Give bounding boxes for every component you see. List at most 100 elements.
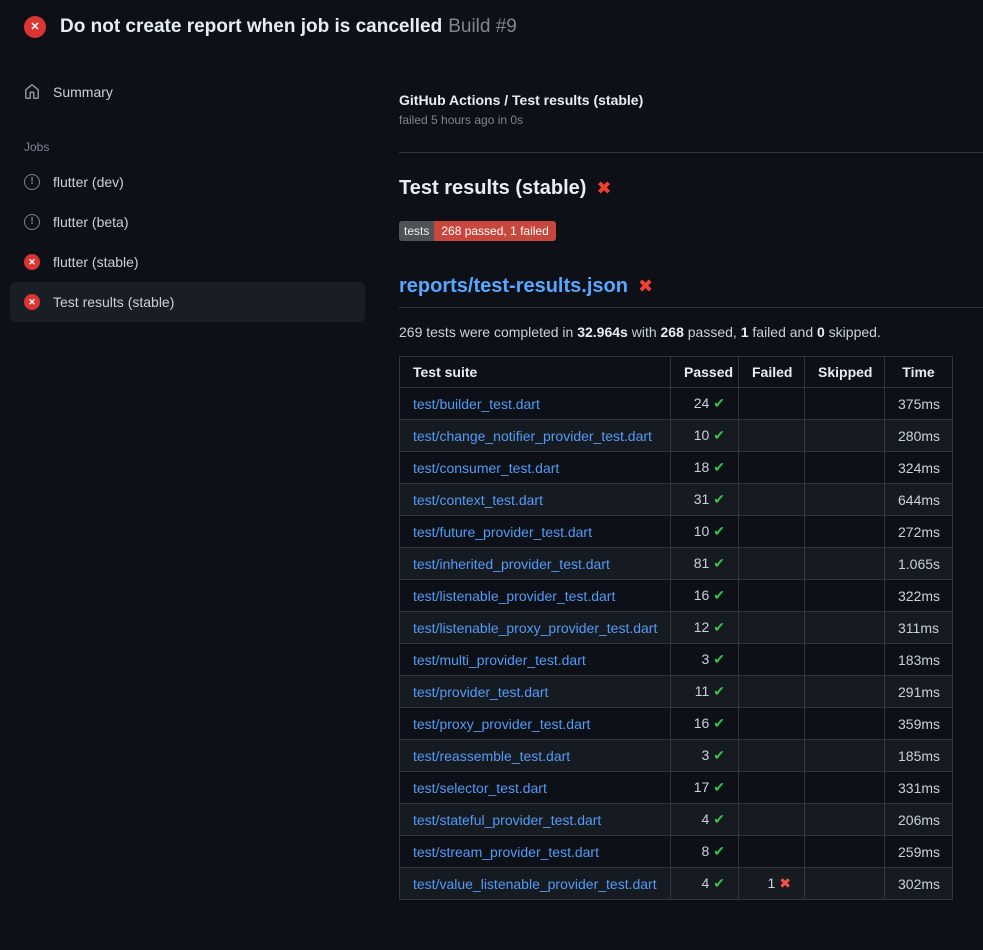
table-row: test/reassemble_test.dart 3✔ 185ms bbox=[400, 740, 953, 772]
skipped-cell bbox=[805, 484, 885, 516]
run-header: ✕ Do not create report when job is cance… bbox=[0, 0, 983, 52]
summary-suffix: skipped. bbox=[825, 324, 881, 340]
summary-prefix: 269 tests were completed in bbox=[399, 324, 577, 340]
suite-cell: test/reassemble_test.dart bbox=[400, 740, 671, 772]
passed-cell: 81✔ bbox=[671, 548, 739, 580]
passed-cell: 12✔ bbox=[671, 612, 739, 644]
main-content: GitHub Actions / Test results (stable) f… bbox=[375, 52, 983, 900]
time-cell: 183ms bbox=[885, 644, 953, 676]
suite-link[interactable]: test/listenable_provider_test.dart bbox=[413, 588, 615, 604]
check-icon: ✔ bbox=[713, 523, 725, 539]
run-title: Do not create report when job is cancell… bbox=[60, 16, 442, 37]
suite-link[interactable]: test/inherited_provider_test.dart bbox=[413, 556, 610, 572]
suite-link[interactable]: test/value_listenable_provider_test.dart bbox=[413, 876, 657, 892]
time-cell: 272ms bbox=[885, 516, 953, 548]
suite-link[interactable]: test/builder_test.dart bbox=[413, 396, 540, 412]
table-row: test/listenable_proxy_provider_test.dart… bbox=[400, 612, 953, 644]
report-link[interactable]: reports/test-results.json bbox=[399, 275, 628, 298]
suite-cell: test/stateful_provider_test.dart bbox=[400, 804, 671, 836]
table-row: test/future_provider_test.dart 10✔ 272ms bbox=[400, 516, 953, 548]
check-icon: ✔ bbox=[713, 555, 725, 571]
summary-failed-count: 1 bbox=[741, 324, 749, 340]
passed-cell: 10✔ bbox=[671, 516, 739, 548]
sidebar-item-test-results-stable[interactable]: ✕ Test results (stable) bbox=[10, 282, 365, 322]
check-icon: ✔ bbox=[713, 843, 725, 859]
table-row: test/builder_test.dart 24✔ 375ms bbox=[400, 388, 953, 420]
table-row: test/context_test.dart 31✔ 644ms bbox=[400, 484, 953, 516]
suite-link[interactable]: test/provider_test.dart bbox=[413, 684, 548, 700]
sidebar-item-flutter-beta[interactable]: ! flutter (beta) bbox=[10, 202, 365, 242]
sidebar-item-flutter-dev[interactable]: ! flutter (dev) bbox=[10, 162, 365, 202]
failed-cell bbox=[739, 612, 805, 644]
sidebar-item-flutter-stable[interactable]: ✕ flutter (stable) bbox=[10, 242, 365, 282]
breadcrumb: GitHub Actions / Test results (stable) bbox=[399, 92, 983, 108]
build-number: Build #9 bbox=[448, 16, 517, 37]
check-icon: ✔ bbox=[713, 395, 725, 411]
suite-link[interactable]: test/proxy_provider_test.dart bbox=[413, 716, 590, 732]
summary-mid3: failed and bbox=[749, 324, 818, 340]
suite-cell: test/context_test.dart bbox=[400, 484, 671, 516]
run-title-line: Do not create report when job is cancell… bbox=[60, 16, 517, 38]
skipped-cell bbox=[805, 644, 885, 676]
table-row: test/proxy_provider_test.dart 16✔ 359ms bbox=[400, 708, 953, 740]
check-icon: ✔ bbox=[713, 811, 725, 827]
jobs-list: ! flutter (dev) ! flutter (beta) ✕ flutt… bbox=[10, 162, 365, 322]
failed-cell bbox=[739, 644, 805, 676]
passed-cell: 24✔ bbox=[671, 388, 739, 420]
summary-mid1: with bbox=[628, 324, 661, 340]
failed-cell bbox=[739, 836, 805, 868]
col-header-passed: Passed bbox=[671, 357, 739, 388]
summary-passed-count: 268 bbox=[661, 324, 684, 340]
time-cell: 1.065s bbox=[885, 548, 953, 580]
col-header-test-suite: Test suite bbox=[400, 357, 671, 388]
summary-mid2: passed, bbox=[684, 324, 741, 340]
suite-link[interactable]: test/stateful_provider_test.dart bbox=[413, 812, 601, 828]
results-table-body: test/builder_test.dart 24✔ 375ms test/ch… bbox=[400, 388, 953, 900]
table-header-row: Test suite Passed Failed Skipped Time bbox=[400, 357, 953, 388]
skipped-cell bbox=[805, 420, 885, 452]
summary-skipped-count: 0 bbox=[817, 324, 825, 340]
skipped-cell bbox=[805, 516, 885, 548]
failed-cell bbox=[739, 452, 805, 484]
suite-link[interactable]: test/context_test.dart bbox=[413, 492, 543, 508]
suite-link[interactable]: test/future_provider_test.dart bbox=[413, 524, 592, 540]
time-cell: 291ms bbox=[885, 676, 953, 708]
failed-cell bbox=[739, 740, 805, 772]
suite-cell: test/listenable_proxy_provider_test.dart bbox=[400, 612, 671, 644]
job-label: Test results (stable) bbox=[53, 294, 174, 310]
summary-text: 269 tests were completed in 32.964s with… bbox=[399, 324, 983, 340]
passed-cell: 4✔ bbox=[671, 868, 739, 900]
job-label: flutter (beta) bbox=[53, 214, 128, 230]
table-row: test/stateful_provider_test.dart 4✔ 206m… bbox=[400, 804, 953, 836]
suite-link[interactable]: test/listenable_proxy_provider_test.dart bbox=[413, 620, 657, 636]
sidebar: Summary Jobs ! flutter (dev) ! flutter (… bbox=[0, 52, 375, 322]
suite-link[interactable]: test/reassemble_test.dart bbox=[413, 748, 570, 764]
failed-cell bbox=[739, 804, 805, 836]
time-cell: 324ms bbox=[885, 452, 953, 484]
check-icon: ✔ bbox=[713, 459, 725, 475]
check-icon: ✔ bbox=[713, 875, 725, 891]
check-icon: ✔ bbox=[713, 715, 725, 731]
check-icon: ✔ bbox=[713, 427, 725, 443]
suite-cell: test/builder_test.dart bbox=[400, 388, 671, 420]
suite-link[interactable]: test/change_notifier_provider_test.dart bbox=[413, 428, 652, 444]
check-icon: ✔ bbox=[713, 651, 725, 667]
passed-cell: 16✔ bbox=[671, 708, 739, 740]
table-row: test/listenable_provider_test.dart 16✔ 3… bbox=[400, 580, 953, 612]
suite-link[interactable]: test/stream_provider_test.dart bbox=[413, 844, 599, 860]
section-title: Test results (stable) ✖ bbox=[399, 177, 983, 200]
suite-cell: test/inherited_provider_test.dart bbox=[400, 548, 671, 580]
suite-link[interactable]: test/multi_provider_test.dart bbox=[413, 652, 586, 668]
suite-cell: test/future_provider_test.dart bbox=[400, 516, 671, 548]
passed-cell: 10✔ bbox=[671, 420, 739, 452]
time-cell: 206ms bbox=[885, 804, 953, 836]
time-cell: 644ms bbox=[885, 484, 953, 516]
skipped-cell bbox=[805, 612, 885, 644]
suite-link[interactable]: test/selector_test.dart bbox=[413, 780, 547, 796]
time-cell: 375ms bbox=[885, 388, 953, 420]
results-table: Test suite Passed Failed Skipped Time te… bbox=[399, 356, 953, 900]
suite-link[interactable]: test/consumer_test.dart bbox=[413, 460, 559, 476]
sidebar-item-summary[interactable]: Summary bbox=[10, 72, 365, 112]
passed-cell: 3✔ bbox=[671, 644, 739, 676]
passed-cell: 4✔ bbox=[671, 804, 739, 836]
